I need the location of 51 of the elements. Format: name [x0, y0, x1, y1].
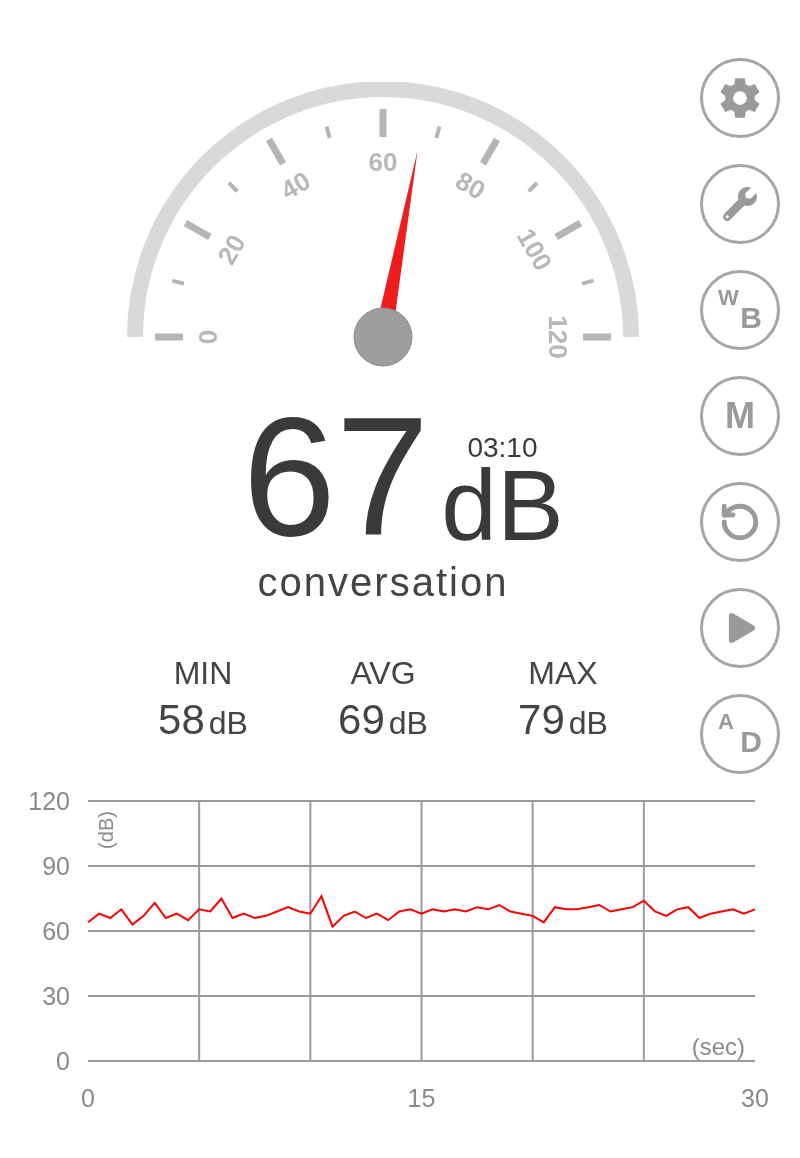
play-button[interactable]: [700, 588, 780, 668]
scale-label: 20: [211, 229, 252, 270]
axis-title: (dB): [95, 811, 117, 849]
scale-label: 80: [450, 165, 491, 206]
reset-button[interactable]: [700, 482, 780, 562]
tick-mark: [227, 181, 239, 193]
play-icon: [727, 613, 757, 643]
tick-mark: [183, 219, 212, 241]
axis-label: 30: [42, 982, 70, 1010]
stat-value: 58: [158, 699, 205, 742]
scale-label: 40: [275, 165, 316, 206]
tick-mark: [554, 219, 583, 241]
unit-label: dB: [441, 466, 564, 545]
scale-label: 120: [543, 315, 573, 359]
tick-mark: [265, 137, 287, 166]
reset-icon: [719, 501, 761, 543]
tick-mark: [434, 125, 442, 139]
stat-label: MAX: [528, 657, 598, 690]
axis-label: 0: [81, 1084, 95, 1112]
tick-mark: [479, 137, 501, 166]
axis-label: 15: [407, 1084, 436, 1112]
mode-button[interactable]: M: [700, 376, 780, 456]
stat-label: AVG: [350, 657, 416, 690]
wrench-button[interactable]: [700, 164, 780, 244]
stat-unit: dB: [388, 707, 428, 740]
axis-title: (sec): [691, 1032, 745, 1060]
stat-label: MIN: [173, 657, 233, 690]
needle-hub: [353, 307, 413, 367]
decibel-reading: 67: [242, 410, 430, 545]
stat-unit: dB: [568, 707, 608, 740]
stat-unit: dB: [208, 707, 248, 740]
scale-label: 0: [193, 329, 223, 345]
axis-label: 30: [741, 1084, 769, 1112]
noise-description: conversation: [257, 562, 509, 603]
scale-label: 60: [368, 147, 398, 177]
stat-value: 79: [518, 699, 565, 742]
settings-button[interactable]: [700, 58, 780, 138]
mode-button[interactable]: A D: [700, 694, 780, 774]
tick-mark: [581, 278, 595, 286]
tick-mark: [527, 181, 539, 193]
stat-value: 69: [338, 699, 385, 742]
axis-label: 120: [28, 790, 70, 815]
wrench-icon: [723, 187, 757, 221]
axis-label: 90: [42, 852, 70, 880]
tick-mark: [324, 125, 332, 139]
axis-label: 60: [42, 917, 70, 945]
settings-icon: [718, 76, 762, 120]
tick-mark: [171, 278, 185, 286]
scale-label: 100: [510, 223, 559, 276]
elapsed-time: 03:10: [467, 434, 538, 463]
axis-label: 0: [56, 1047, 70, 1075]
